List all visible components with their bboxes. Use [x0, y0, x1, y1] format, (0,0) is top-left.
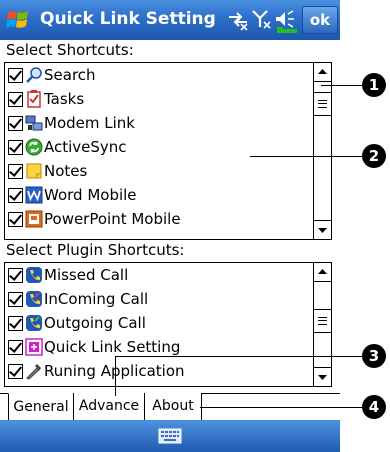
windows-start-icon[interactable]: [6, 8, 32, 32]
scroll-down-button[interactable]: [314, 367, 331, 386]
search-icon: [26, 67, 42, 83]
plugin-label: Missed Call: [44, 266, 129, 284]
tab-advance[interactable]: Advance: [73, 393, 145, 421]
callout-line-1: [321, 85, 365, 86]
plugin-shortcuts-list[interactable]: Missed Call InComing Call Outgoing Call …: [4, 262, 332, 387]
shortcut-label: Word Mobile: [44, 186, 137, 204]
title-bar: Quick Link Setting ok: [0, 0, 340, 40]
shortcuts-list[interactable]: Search Tasks Modem Link ActiveSync Notes…: [4, 62, 332, 240]
shortcuts-label: Select Shortcuts:: [6, 41, 134, 59]
signal-icon[interactable]: [251, 8, 273, 32]
callout-marker-4: 4: [362, 395, 386, 419]
shortcut-label: Search: [44, 66, 96, 84]
shortcut-item-search[interactable]: Search: [5, 63, 313, 87]
tab-about[interactable]: About: [144, 393, 202, 421]
callout-marker-1: 1: [362, 73, 386, 97]
plugin-label: Outgoing Call: [44, 314, 146, 332]
powerpoint-mobile-icon: [25, 210, 43, 228]
scroll-down-button[interactable]: [314, 220, 331, 239]
outgoing-call-icon: [26, 315, 42, 331]
bottom-menu-bar: [0, 420, 340, 452]
arrow-down-icon: [318, 228, 327, 233]
shortcut-label: ActiveSync: [44, 138, 127, 156]
scroll-up-button[interactable]: [314, 263, 331, 282]
running-application-icon: [26, 364, 41, 380]
scroll-up-button[interactable]: [314, 63, 331, 82]
activesync-checkbox[interactable]: [8, 139, 23, 155]
search-checkbox[interactable]: [8, 67, 23, 83]
callout-line-3: [115, 356, 365, 357]
scroll-thumb[interactable]: [314, 92, 331, 116]
tab-general[interactable]: General: [8, 393, 74, 421]
shortcut-label: PowerPoint Mobile: [44, 210, 181, 228]
notes-icon: [26, 163, 42, 179]
missed-call-icon: [26, 267, 42, 283]
incoming-call-checkbox[interactable]: [8, 291, 23, 307]
plugin-item-running-application[interactable]: Runing Application: [5, 359, 313, 383]
notes-checkbox[interactable]: [8, 163, 23, 179]
running-application-checkbox[interactable]: [8, 363, 23, 379]
ok-button[interactable]: ok: [302, 6, 338, 34]
shortcuts-scrollbar[interactable]: [313, 63, 331, 239]
callout-marker-3: 3: [362, 344, 386, 368]
quick-link-setting-checkbox[interactable]: [8, 339, 23, 355]
keyboard-icon[interactable]: [158, 428, 182, 444]
volume-icon[interactable]: [274, 8, 300, 34]
arrow-down-icon: [318, 375, 327, 380]
modem-link-icon: [25, 115, 43, 131]
word-mobile-checkbox[interactable]: [8, 187, 23, 203]
callout-line-2: [250, 156, 365, 157]
tasks-checkbox[interactable]: [8, 91, 23, 107]
quick-link-setting-icon: [25, 338, 43, 356]
powerpoint-mobile-checkbox[interactable]: [8, 211, 23, 227]
plugin-label: InComing Call: [44, 290, 149, 308]
activesync-icon: [25, 138, 43, 156]
device-screen: Quick Link Setting ok Select Shortcuts:: [0, 0, 340, 452]
word-mobile-icon: [25, 186, 43, 204]
callout-line-4: [200, 407, 365, 408]
connectivity-icon[interactable]: [226, 8, 250, 32]
plugin-item-incoming-call[interactable]: InComing Call: [5, 287, 313, 311]
plugin-item-outgoing-call[interactable]: Outgoing Call: [5, 311, 313, 335]
plugin-item-missed-call[interactable]: Missed Call: [5, 263, 313, 287]
modem-link-checkbox[interactable]: [8, 115, 23, 131]
plugin-list-items: Missed Call InComing Call Outgoing Call …: [5, 263, 313, 386]
callout-marker-2: 2: [362, 144, 386, 168]
incoming-call-icon: [26, 291, 42, 307]
outgoing-call-checkbox[interactable]: [8, 315, 23, 331]
shortcut-item-notes[interactable]: Notes: [5, 159, 313, 183]
shortcut-item-modem-link[interactable]: Modem Link: [5, 111, 313, 135]
window-title: Quick Link Setting: [40, 9, 216, 29]
arrow-up-icon: [318, 269, 327, 274]
missed-call-checkbox[interactable]: [8, 267, 23, 283]
plugins-scrollbar[interactable]: [313, 263, 331, 386]
plugin-shortcuts-label: Select Plugin Shortcuts:: [6, 241, 185, 259]
shortcuts-list-items: Search Tasks Modem Link ActiveSync Notes…: [5, 63, 313, 239]
shortcut-item-powerpoint-mobile[interactable]: PowerPoint Mobile: [5, 207, 313, 231]
callout-line-3-vertical: [115, 356, 116, 396]
scroll-thumb[interactable]: [314, 309, 331, 333]
tasks-icon: [27, 90, 41, 108]
arrow-up-icon: [318, 69, 327, 74]
plugin-label: Quick Link Setting: [44, 338, 181, 356]
shortcut-item-word-mobile[interactable]: Word Mobile: [5, 183, 313, 207]
shortcut-label: Notes: [44, 162, 88, 180]
shortcut-label: Modem Link: [44, 114, 135, 132]
shortcut-item-tasks[interactable]: Tasks: [5, 87, 313, 111]
shortcut-label: Tasks: [44, 90, 85, 108]
